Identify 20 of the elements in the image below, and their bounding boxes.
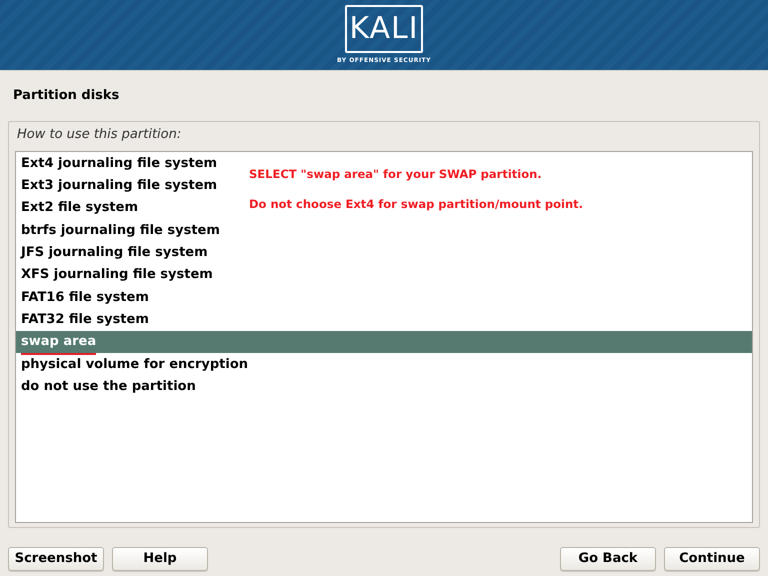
list-item[interactable]: Ext2 file system [16,197,142,220]
list-item[interactable]: Ext4 journaling file system [16,152,220,175]
question-label: How to use this partition: [16,126,182,144]
annotation-text: Do not choose Ext4 for swap partition/mount point. [249,196,584,213]
dialog-button[interactable]: Go Back [560,547,656,571]
list-item[interactable]: JFS journaling file system [16,242,211,264]
list-item[interactable]: FAT32 file system [16,308,152,331]
list-item[interactable]: Ext3 journaling file system [16,174,220,198]
dialog-button[interactable]: Screenshot [8,547,104,571]
page-title: Partition disks [13,88,120,103]
list-item[interactable]: FAT16 file system [16,286,152,309]
annotation-text: SELECT "swap area" for your SWAP partition. [249,166,543,182]
dialog-button[interactable]: Help [112,547,208,571]
list-item[interactable]: swap area [16,330,752,354]
list-item[interactable]: btrfs journaling file system [16,219,223,242]
logo: KALI [345,5,423,53]
list-item[interactable]: physical volume for encryption [16,353,252,376]
list-item[interactable]: do not use the partition [16,375,199,398]
dialog-button[interactable]: Continue [664,547,760,571]
list-item[interactable]: XFS journaling file system [16,264,216,286]
